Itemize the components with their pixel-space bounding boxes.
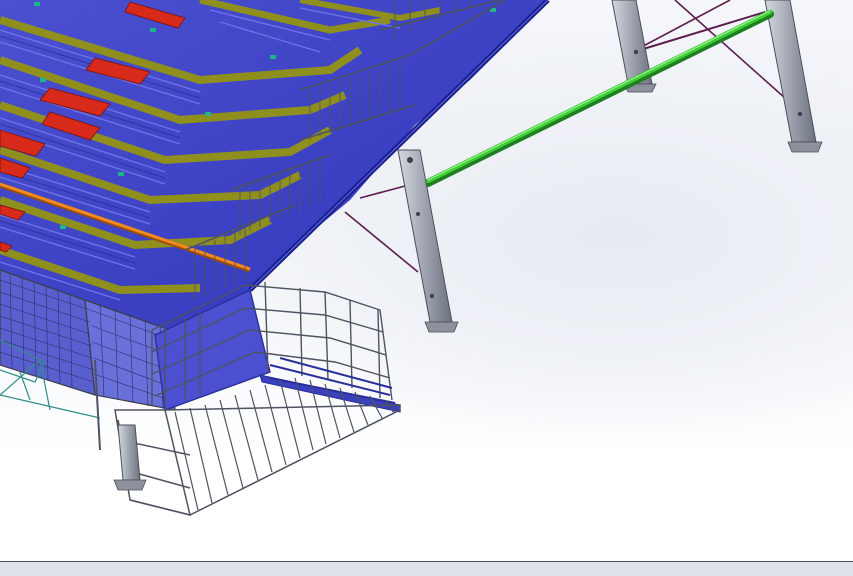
graphics-viewport[interactable] [0,0,853,561]
bleacher-model-render [0,0,823,517]
bleacher-deck [0,0,550,340]
status-bar [0,561,853,576]
